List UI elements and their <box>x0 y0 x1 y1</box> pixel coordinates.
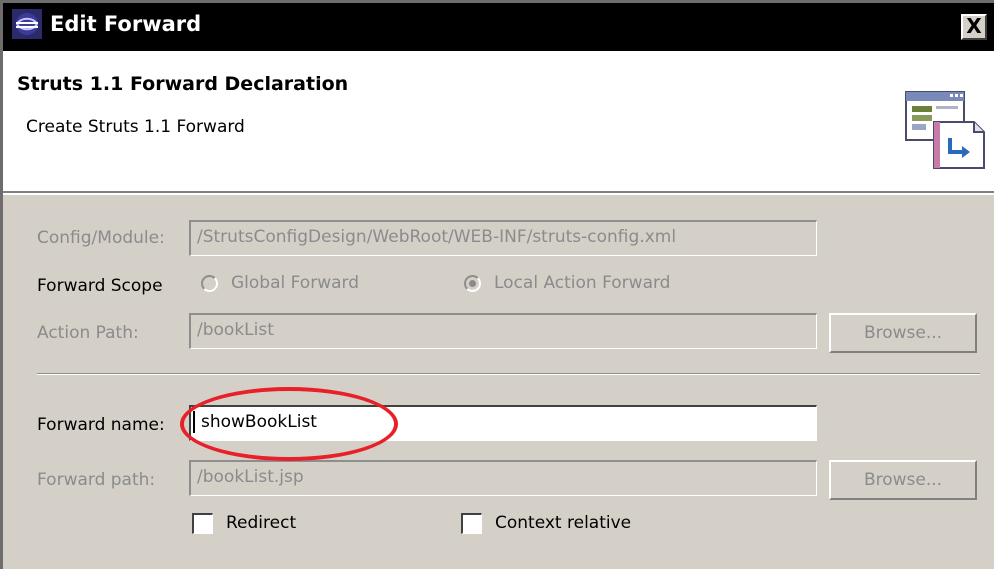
local-action-forward-radio[interactable] <box>464 275 481 292</box>
local-action-forward-label: Local Action Forward <box>494 273 671 293</box>
context-relative-label: Context relative <box>495 513 632 533</box>
forward-path-label: Forward path: <box>37 470 156 490</box>
forward-path-browse-button[interactable]: Browse... <box>829 460 977 500</box>
close-button[interactable]: X <box>961 14 987 40</box>
global-forward-radio[interactable] <box>201 275 218 292</box>
redirect-label: Redirect <box>226 513 297 533</box>
forward-scope-label: Forward Scope <box>37 276 163 296</box>
radio-selected-dot <box>469 280 476 287</box>
global-forward-label: Global Forward <box>231 273 359 293</box>
forward-name-label: Forward name: <box>37 415 165 435</box>
redirect-checkbox[interactable] <box>192 513 213 534</box>
separator-highlight <box>37 374 980 375</box>
struts-forward-wizard-icon <box>905 91 985 169</box>
action-path-field: /bookList <box>189 313 817 349</box>
action-path-browse-button[interactable]: Browse... <box>829 313 977 353</box>
config-module-label: Config/Module: <box>37 228 165 248</box>
forward-path-field: /bookList.jsp <box>189 460 817 496</box>
context-relative-checkbox[interactable] <box>461 513 482 534</box>
banner-title: Struts 1.1 Forward Declaration <box>17 73 349 95</box>
eclipse-app-icon <box>12 9 42 39</box>
action-path-label: Action Path: <box>37 323 139 343</box>
highlight-annotation <box>180 387 398 461</box>
config-module-field: /StrutsConfigDesign/WebRoot/WEB-INF/stru… <box>189 220 817 256</box>
banner-subtitle: Create Struts 1.1 Forward <box>26 117 245 137</box>
window-title: Edit Forward <box>50 12 202 36</box>
